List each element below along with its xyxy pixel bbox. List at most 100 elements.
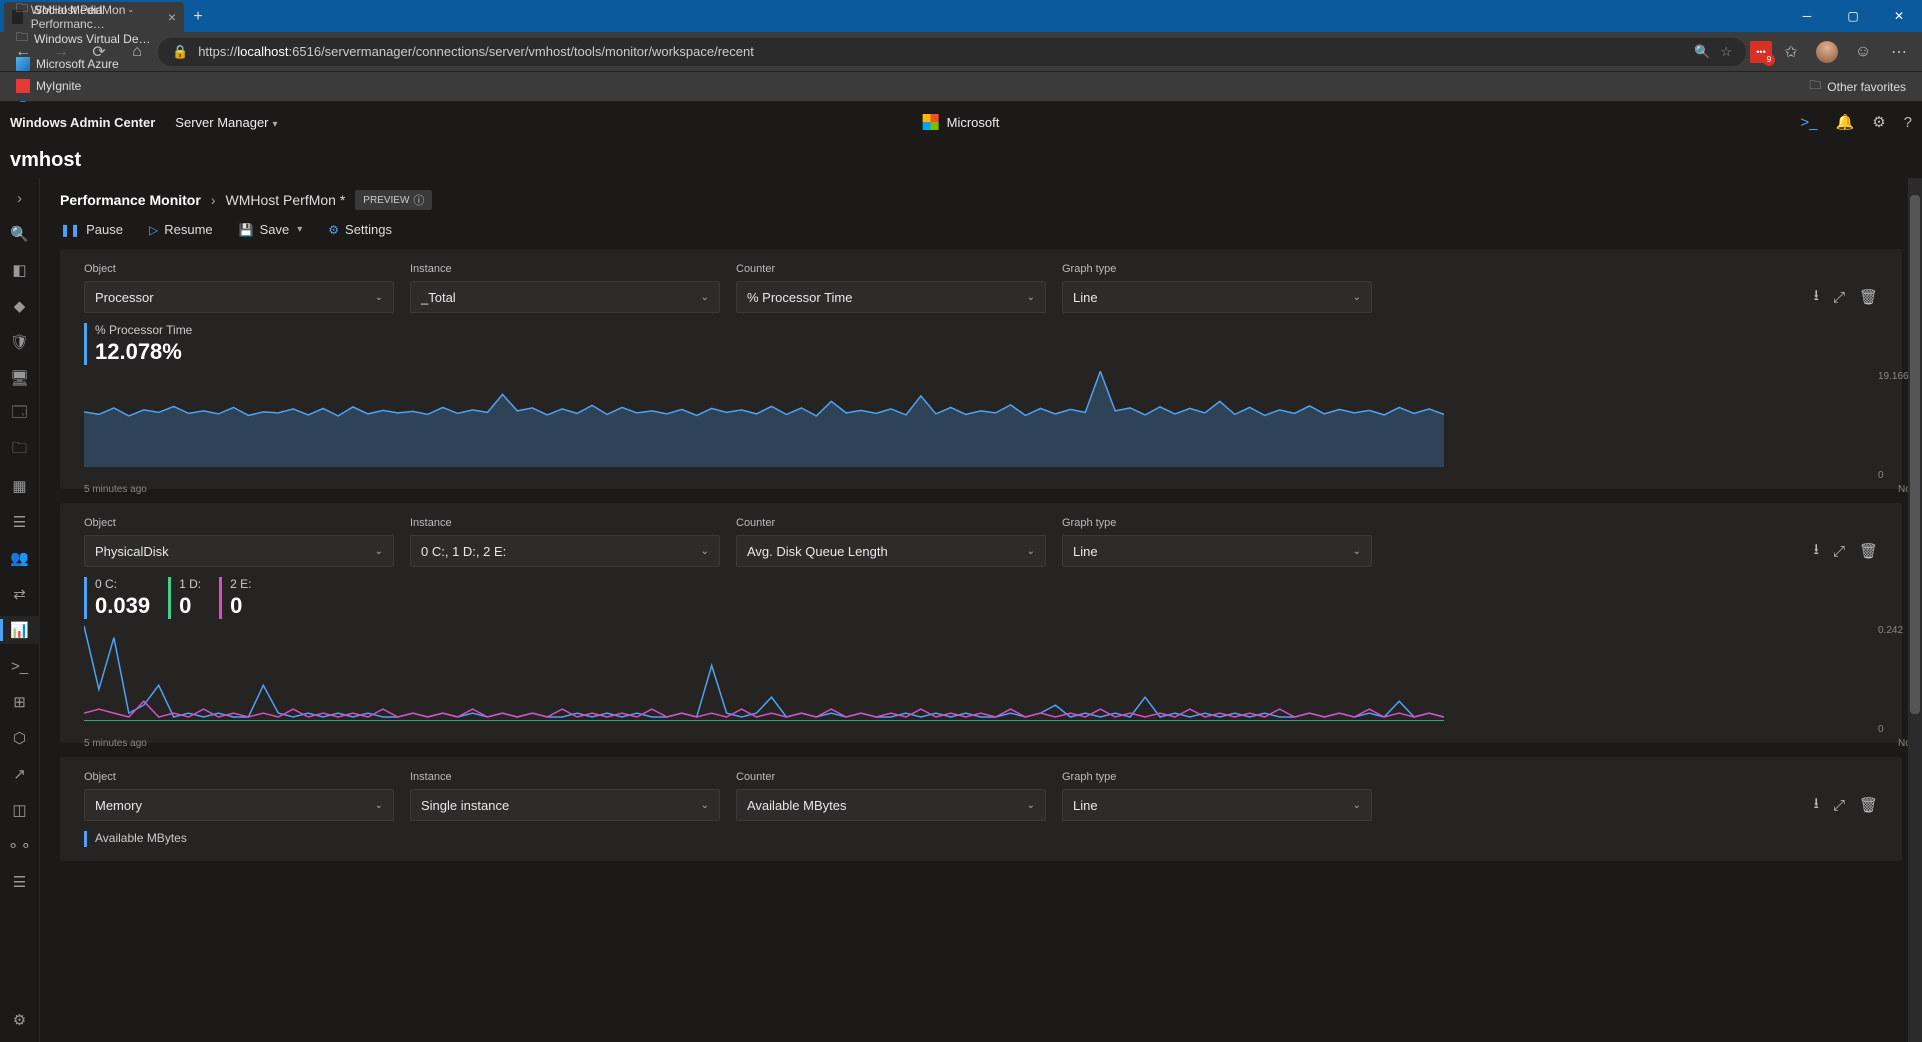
bookmark-item[interactable]: MyIgnite	[8, 75, 161, 97]
breadcrumb-separator: ›	[211, 192, 216, 208]
feedback-icon[interactable]: ☺	[1846, 35, 1880, 69]
field-label: Instance	[410, 517, 720, 529]
counter-dropdown[interactable]: Avg. Disk Queue Length⌄	[736, 535, 1046, 567]
metric-label: % Processor Time	[95, 323, 192, 337]
app-header: Windows Admin Center Server Manager▾ Mic…	[0, 102, 1922, 142]
favorite-star-icon[interactable]: ☆	[1720, 44, 1732, 60]
breadcrumb-root[interactable]: Performance Monitor	[60, 192, 201, 208]
extension-lastpass-icon[interactable]: •••9	[1750, 41, 1772, 63]
sidebar-azure-icon[interactable]: ◆	[0, 292, 40, 320]
scrollbar-thumb[interactable]	[1910, 195, 1920, 713]
settings-icon[interactable]: ⚙	[1872, 113, 1885, 131]
bookmark-item[interactable]: 🗀Windows Virtual De…	[8, 24, 161, 53]
x-start-label: 5 minutes ago	[84, 484, 147, 495]
expand-icon[interactable]: ⤢	[1833, 289, 1845, 306]
sidebar-apps-icon[interactable]: ☰	[0, 508, 40, 536]
minimize-window-button[interactable]: ─	[1784, 0, 1830, 32]
sidebar-powershell-icon[interactable]: >_	[0, 652, 40, 680]
search-icon[interactable]: 🔍	[1694, 44, 1710, 60]
dropdown-value: Line	[1073, 798, 1098, 813]
metric-label: 0 C:	[95, 577, 150, 591]
close-tab-icon[interactable]: ×	[168, 9, 176, 25]
sidebar-perfmon-icon[interactable]: 📊	[0, 616, 40, 644]
object-dropdown[interactable]: PhysicalDisk⌄	[84, 535, 394, 567]
powershell-icon[interactable]: >_	[1800, 114, 1817, 131]
profile-button[interactable]	[1810, 35, 1844, 69]
sidebar-roles-icon[interactable]: ◫	[0, 796, 40, 824]
vertical-scrollbar[interactable]	[1908, 178, 1922, 1042]
sidebar-services-icon[interactable]: ⚬⚬	[0, 832, 40, 860]
delete-icon[interactable]: 🗑	[1859, 796, 1878, 814]
chevron-down-icon: ⌄	[701, 292, 709, 303]
play-icon: ▷	[149, 223, 158, 237]
help-icon[interactable]: ?	[1904, 114, 1912, 131]
sidebar-remote-icon[interactable]: ↗	[0, 760, 40, 788]
notifications-icon[interactable]: 🔔	[1836, 113, 1855, 131]
pause-button[interactable]: ❚❚Pause	[60, 222, 123, 237]
metric: % Processor Time12.078%	[84, 323, 192, 365]
resume-button[interactable]: ▷Resume	[149, 222, 213, 237]
sidebar-firewall-icon[interactable]: ▦	[0, 472, 40, 500]
dropdown-value: Line	[1073, 290, 1098, 305]
expand-icon[interactable]: ⤢	[1833, 543, 1845, 560]
sidebar-certificates-icon[interactable]: 🛡	[0, 328, 40, 356]
object-dropdown[interactable]: Memory⌄	[84, 789, 394, 821]
metric: 1 D:0	[168, 577, 201, 619]
url-text: https://localhost:6516/servermanager/con…	[198, 44, 1684, 59]
bookmark-item[interactable]: 🗀 Social Media	[8, 0, 161, 24]
sidebar-network-icon[interactable]: ⇄	[0, 580, 40, 608]
sidebar-search-icon[interactable]: 🔍	[0, 220, 40, 248]
menu-icon[interactable]: ⋯	[1882, 35, 1916, 69]
save-button[interactable]: 💾Save▾	[239, 222, 303, 237]
delete-icon[interactable]: 🗑	[1859, 542, 1878, 560]
delete-icon[interactable]: 🗑	[1859, 288, 1878, 306]
favorites-icon[interactable]: ✩	[1774, 35, 1808, 69]
object-dropdown[interactable]: Processor⌄	[84, 281, 394, 313]
chevron-down-icon: ⌄	[701, 800, 709, 811]
metric-label: Available MBytes	[95, 831, 187, 845]
other-favorites-button[interactable]: 🗀 Other favorites	[1801, 72, 1914, 101]
close-window-button[interactable]: ✕	[1876, 0, 1922, 32]
avatar	[1816, 41, 1838, 63]
sidebar-registry-icon[interactable]: ⬡	[0, 724, 40, 752]
field-label: Counter	[736, 517, 1046, 529]
download-icon[interactable]: ⭳	[1814, 539, 1819, 564]
expand-icon[interactable]: ⤢	[1833, 797, 1845, 814]
folder-icon: 🗀	[16, 0, 28, 20]
counter-dropdown[interactable]: Available MBytes⌄	[736, 789, 1046, 821]
sidebar-processes-icon[interactable]: ⊞	[0, 688, 40, 716]
info-icon[interactable]: ⓘ	[413, 192, 424, 208]
product-name[interactable]: Windows Admin Center	[10, 115, 155, 130]
sidebar-overview-icon[interactable]: ◧	[0, 256, 40, 284]
url-input[interactable]: 🔒 https://localhost:6516/servermanager/c…	[158, 38, 1746, 66]
download-icon[interactable]: ⭳	[1814, 285, 1819, 310]
bookmark-item[interactable]: Microsoft Azure	[8, 53, 161, 75]
instance-dropdown[interactable]: Single instance⌄	[410, 789, 720, 821]
maximize-window-button[interactable]: ▢	[1830, 0, 1876, 32]
sidebar-storage-icon[interactable]: ☰	[0, 868, 40, 896]
graph_type-dropdown[interactable]: Line⌄	[1062, 281, 1372, 313]
chevron-down-icon: ⌄	[1353, 800, 1361, 811]
bookmark-label: Social Media	[34, 3, 103, 17]
new-tab-button[interactable]: +	[184, 2, 212, 32]
microsoft-logo-icon	[923, 114, 939, 130]
download-icon[interactable]: ⭳	[1814, 793, 1819, 818]
instance-dropdown[interactable]: 0 C:, 1 D:, 2 E:⌄	[410, 535, 720, 567]
graph_type-dropdown[interactable]: Line⌄	[1062, 535, 1372, 567]
sidebar-settings-icon[interactable]: ⚙	[0, 1006, 40, 1034]
sidebar-users-icon[interactable]: 👥	[0, 544, 40, 572]
sidebar-expand-icon[interactable]: ›	[0, 184, 40, 212]
sidebar-devices-icon[interactable]: 🖥	[0, 364, 40, 392]
chevron-down-icon: ⌄	[1027, 800, 1035, 811]
y-min-label: 0	[1878, 470, 1884, 481]
chevron-down-icon: ⌄	[375, 546, 383, 557]
chevron-down-icon: ⌄	[1027, 292, 1035, 303]
sidebar-events-icon[interactable]: 🗔	[0, 400, 40, 428]
instance-dropdown[interactable]: _Total⌄	[410, 281, 720, 313]
sidebar-files-icon[interactable]: 🗀	[0, 436, 40, 464]
toolbar: ❚❚Pause ▷Resume 💾Save▾ ⚙Settings	[40, 214, 1922, 249]
server-manager-menu[interactable]: Server Manager▾	[175, 115, 277, 130]
graph_type-dropdown[interactable]: Line ⌄	[1062, 789, 1372, 821]
counter-dropdown[interactable]: % Processor Time⌄	[736, 281, 1046, 313]
settings-button[interactable]: ⚙Settings	[328, 222, 392, 237]
